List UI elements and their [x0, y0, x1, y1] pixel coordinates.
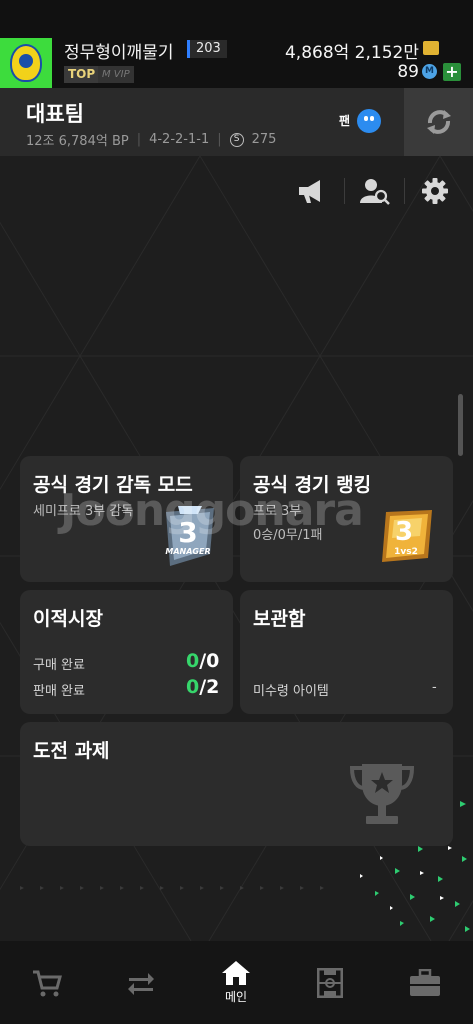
home-icon [222, 961, 250, 985]
team-formation: 4-2-2-1-1 [149, 132, 210, 147]
manager-badge-text: MANAGER [165, 547, 210, 556]
user-level: 203 [187, 40, 227, 58]
unclaimed-items-value: - [432, 680, 437, 695]
manager-rank-badge-icon: 3 MANAGER [165, 506, 214, 566]
ranking-tier-badge-icon: 3 1vs2 [382, 510, 432, 562]
ranking-card[interactable]: 공식 경기 랭킹 프로 3부 0승/0무/1패 3 1vs2 [240, 456, 453, 582]
gear-icon[interactable] [420, 176, 450, 206]
mc-amount: 89 [397, 62, 419, 82]
card-title: 보관함 [253, 608, 306, 630]
club-crest-icon[interactable] [0, 38, 52, 88]
nav-shop[interactable] [0, 941, 94, 1024]
unclaimed-items-label: 미수령 아이템 [253, 684, 329, 699]
team-value: 12조 6,784억 BP [26, 134, 129, 149]
fan-label: 팬 [339, 114, 351, 128]
card-title: 공식 경기 랭킹 [253, 474, 372, 496]
team-salary: 275 [251, 132, 277, 147]
ranking-badge-number: 3 [395, 517, 413, 547]
manager-mode-card[interactable]: 공식 경기 감독 모드 세미프로 3부 감독 3 MANAGER [20, 456, 233, 582]
sell-complete-count: 0/2 [186, 676, 220, 698]
mc-coin-icon: M [422, 64, 437, 79]
cart-icon [33, 970, 62, 996]
card-title: 이적시장 [33, 608, 103, 630]
pitch-icon [317, 967, 343, 998]
nav-home-label: 메인 [224, 990, 248, 1004]
swap-team-button[interactable] [404, 88, 473, 156]
card-title: 도전 과제 [33, 740, 110, 762]
briefcase-icon [410, 968, 440, 996]
divider [404, 178, 405, 204]
nav-inventory[interactable] [378, 941, 472, 1024]
divider [344, 178, 345, 204]
trophy-icon [349, 764, 415, 824]
card-subtitle: 세미프로 3부 감독 [33, 504, 134, 519]
bp-amount: 4,868억 2,152만 [284, 43, 419, 63]
fan-smiley-icon[interactable] [357, 109, 381, 133]
megaphone-icon[interactable] [296, 176, 326, 206]
divider: | [136, 132, 142, 147]
card-subtitle: 프로 3부 [253, 504, 302, 519]
card-title: 공식 경기 감독 모드 [33, 474, 193, 496]
user-name[interactable]: 정무형이깨물기 [64, 38, 173, 63]
top-bar: 정무형이깨물기 203 TOP M VIP 4,868억 2,152만 89 M… [0, 0, 473, 88]
add-currency-button[interactable]: + [443, 63, 461, 81]
ranking-badge-text: 1vs2 [394, 547, 418, 557]
scrollbar[interactable] [458, 394, 463, 456]
team-title: 대표팀 [26, 102, 84, 126]
transfer-market-card[interactable]: 이적시장 구매 완료 0/0 판매 완료 0/2 [20, 590, 233, 714]
user-search-icon[interactable] [360, 176, 390, 206]
refresh-icon [426, 110, 451, 134]
manager-badge-number: 3 [178, 516, 197, 549]
buy-complete-label: 구매 완료 [33, 658, 85, 673]
nav-squad[interactable] [283, 941, 377, 1024]
challenge-card[interactable]: 도전 과제 [20, 722, 453, 846]
sell-complete-label: 판매 완료 [33, 684, 85, 699]
swap-arrows-icon [128, 972, 154, 995]
storage-card[interactable]: 보관함 미수령 아이템 - [240, 590, 453, 714]
buy-complete-count: 0/0 [186, 650, 220, 672]
nav-home[interactable]: 메인 [189, 941, 283, 1024]
bottom-nav: 메인 [0, 941, 473, 1024]
team-meta: 12조 6,784억 BP | 4-2-2-1-1 | S 275 [26, 130, 276, 149]
salary-icon: S [229, 132, 244, 147]
nav-transfer[interactable] [94, 941, 188, 1024]
team-header[interactable]: 대표팀 12조 6,784억 BP | 4-2-2-1-1 | S 275 팬 [0, 88, 473, 156]
top-badge: TOP [64, 66, 100, 83]
vip-badge: M VIP [98, 66, 134, 83]
bp-ticket-icon [423, 41, 439, 55]
ranking-record: 0승/0무/1패 [253, 528, 323, 543]
divider: | [217, 132, 222, 147]
